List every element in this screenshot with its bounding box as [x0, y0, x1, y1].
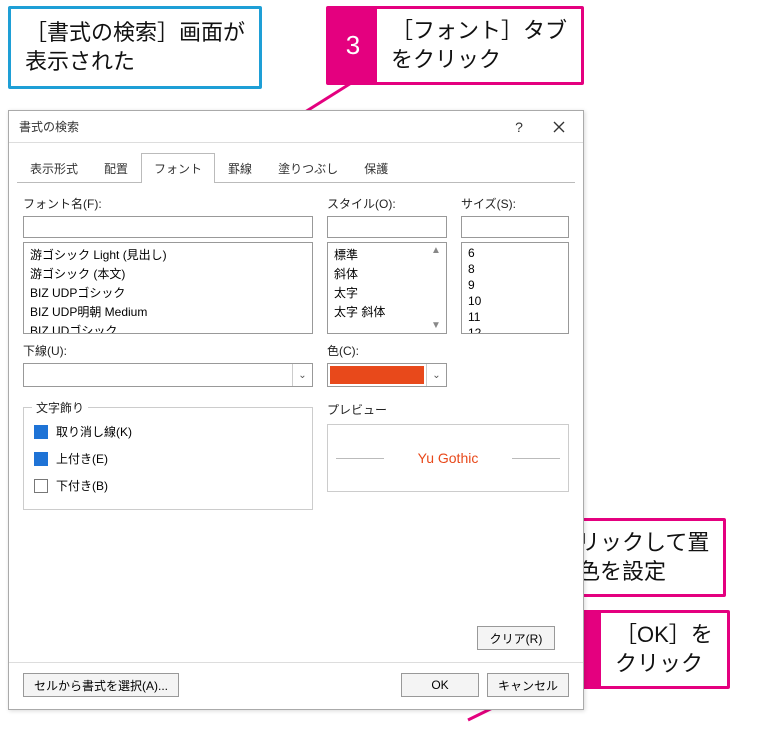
cancel-button[interactable]: キャンセル	[487, 673, 569, 697]
callout-step-3: 3 ［フォント］タブ をクリック	[326, 6, 584, 85]
underline-combo[interactable]: ⌄	[23, 363, 313, 387]
titlebar: 書式の検索 ?	[9, 111, 583, 143]
tab-number-format[interactable]: 表示形式	[17, 153, 91, 183]
font-name-label: フォント名(F):	[23, 195, 313, 212]
preview-label: プレビュー	[327, 401, 569, 418]
color-combo[interactable]: ⌄	[327, 363, 447, 387]
tab-alignment[interactable]: 配置	[91, 153, 141, 183]
list-item[interactable]: 8	[462, 261, 568, 277]
list-item[interactable]: 6	[462, 245, 568, 261]
checkbox-icon	[34, 479, 48, 493]
tab-protection[interactable]: 保護	[351, 153, 401, 183]
color-label: 色(C):	[327, 342, 447, 359]
checkbox-icon	[34, 425, 48, 439]
style-label: スタイル(O):	[327, 195, 447, 212]
list-item[interactable]: BIZ UDゴシック	[24, 321, 312, 334]
chevron-down-icon: ▼	[431, 320, 441, 331]
list-item[interactable]: 11	[462, 309, 568, 325]
clear-button[interactable]: クリア(R)	[477, 626, 555, 650]
chevron-up-icon: ▲	[431, 245, 441, 256]
callout-step-text: ［OK］を クリック	[601, 613, 727, 686]
checkbox-label: 下付き(B)	[56, 477, 108, 494]
checkbox-icon	[34, 452, 48, 466]
dialog-title: 書式の検索	[19, 118, 499, 135]
strikethrough-checkbox[interactable]: 取り消し線(K)	[34, 418, 302, 445]
callout-step-number: 3	[329, 9, 377, 82]
close-icon	[553, 121, 565, 133]
list-item[interactable]: 12	[462, 325, 568, 334]
checkbox-label: 取り消し線(K)	[56, 423, 132, 440]
close-button[interactable]	[539, 113, 579, 141]
callout-info-blue: ［書式の検索］画面が 表示された	[8, 6, 262, 89]
tab-font[interactable]: フォント	[141, 153, 215, 183]
tab-fill[interactable]: 塗りつぶし	[265, 153, 351, 183]
select-format-from-cell-button[interactable]: セルから書式を選択(A)...	[23, 673, 179, 697]
subscript-checkbox[interactable]: 下付き(B)	[34, 472, 302, 499]
ok-button[interactable]: OK	[401, 673, 479, 697]
list-item[interactable]: 游ゴシック Light (見出し)	[24, 245, 312, 264]
scroll-indicator: ▲▼	[428, 243, 444, 333]
style-input[interactable]	[327, 216, 447, 238]
tab-body-font: フォント名(F): スタイル(O): サイズ(S): 游ゴシック Light (…	[9, 183, 583, 662]
chevron-down-icon: ⌄	[292, 364, 312, 386]
effects-group-title: 文字飾り	[32, 399, 88, 416]
help-button[interactable]: ?	[499, 113, 539, 141]
tab-border[interactable]: 罫線	[215, 153, 265, 183]
font-name-input[interactable]	[23, 216, 313, 238]
find-format-dialog: 書式の検索 ? 表示形式 配置 フォント 罫線 塗りつぶし 保護 フォント名(F…	[8, 110, 584, 710]
preview-box: Yu Gothic	[327, 424, 569, 492]
superscript-checkbox[interactable]: 上付き(E)	[34, 445, 302, 472]
chevron-down-icon: ⌄	[426, 364, 446, 386]
underline-label: 下線(U):	[23, 342, 313, 359]
list-item[interactable]: BIZ UDPゴシック	[24, 283, 312, 302]
size-label: サイズ(S):	[461, 195, 569, 212]
color-swatch	[330, 366, 424, 384]
tab-strip: 表示形式 配置 フォント 罫線 塗りつぶし 保護	[9, 143, 583, 183]
size-input[interactable]	[461, 216, 569, 238]
checkbox-label: 上付き(E)	[56, 450, 108, 467]
list-item[interactable]: BIZ UDP明朝 Medium	[24, 302, 312, 321]
dialog-footer: セルから書式を選択(A)... OK キャンセル	[9, 662, 583, 709]
list-item[interactable]: 游ゴシック (本文)	[24, 264, 312, 283]
effects-group: 文字飾り 取り消し線(K) 上付き(E) 下付き(B)	[23, 407, 313, 510]
style-list[interactable]: 標準 斜体 太字 太字 斜体 ▲▼	[327, 242, 447, 334]
list-item[interactable]: 10	[462, 293, 568, 309]
list-item[interactable]: 9	[462, 277, 568, 293]
callout-step-text: ［フォント］タブ をクリック	[377, 9, 581, 82]
preview-text: Yu Gothic	[418, 450, 479, 466]
font-name-list[interactable]: 游ゴシック Light (見出し) 游ゴシック (本文) BIZ UDPゴシック…	[23, 242, 313, 334]
size-list[interactable]: 6 8 9 10 11 12	[461, 242, 569, 334]
